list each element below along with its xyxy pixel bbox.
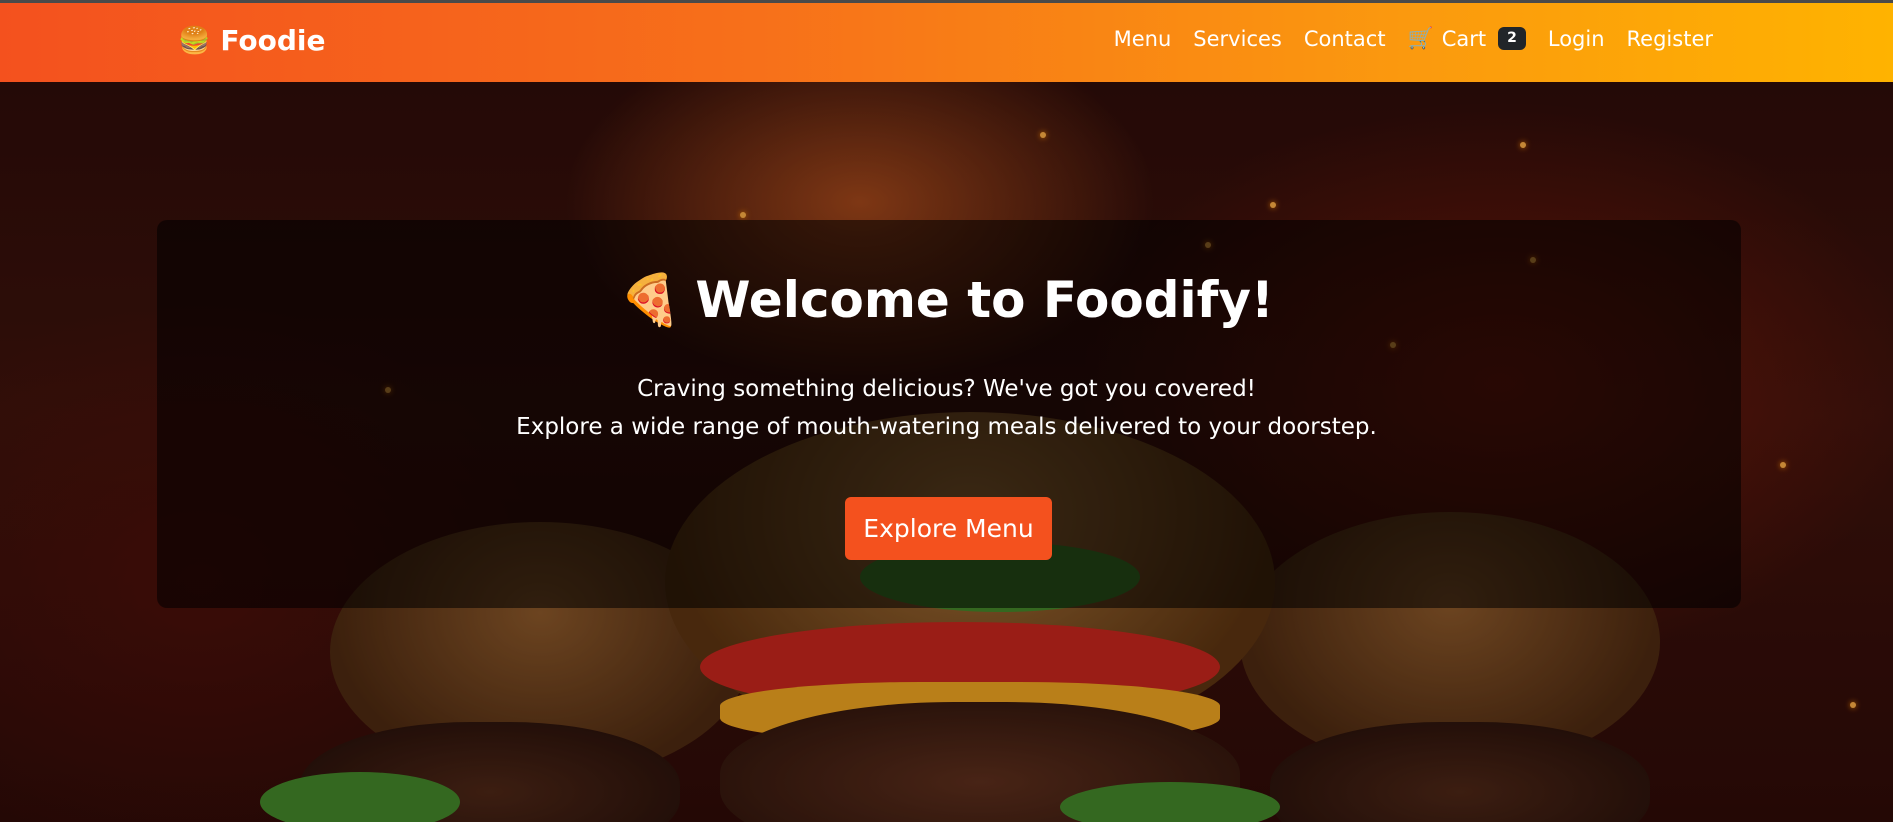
brand-name: Foodie — [220, 24, 326, 57]
burger-icon: 🍔 — [178, 25, 211, 56]
hero-subtitle-line: Explore a wide range of mouth-watering m… — [516, 414, 1377, 440]
nav-link-cart[interactable]: 🛒 Cart 2 — [1408, 26, 1526, 51]
brand-logo[interactable]: 🍔 Foodie — [178, 24, 325, 57]
pizza-icon: 🍕 — [619, 271, 682, 329]
hero-title: 🍕 Welcome to Foodify! — [0, 270, 1893, 330]
cart-count-badge: 2 — [1498, 26, 1526, 51]
top-navbar: 🍔 Foodie Menu Services Contact 🛒 Cart 2 … — [0, 0, 1893, 82]
nav-link-register[interactable]: Register — [1627, 27, 1713, 51]
nav-link-menu[interactable]: Menu — [1114, 27, 1172, 51]
hero-subtitle: Craving something delicious? We've got y… — [0, 370, 1893, 446]
hero-title-text: Welcome to Foodify! — [695, 271, 1274, 329]
window-top-border — [0, 0, 1893, 3]
nav-link-services[interactable]: Services — [1193, 27, 1282, 51]
hero-subtitle-line: Craving something delicious? We've got y… — [637, 376, 1256, 402]
shopping-cart-icon: 🛒 — [1407, 26, 1434, 50]
nav-link-contact[interactable]: Contact — [1304, 27, 1386, 51]
nav-links: Menu Services Contact 🛒 Cart 2 Login Reg… — [1114, 26, 1713, 51]
cart-label: Cart — [1441, 26, 1487, 51]
nav-link-login[interactable]: Login — [1548, 27, 1605, 51]
explore-menu-button[interactable]: Explore Menu — [845, 497, 1052, 560]
